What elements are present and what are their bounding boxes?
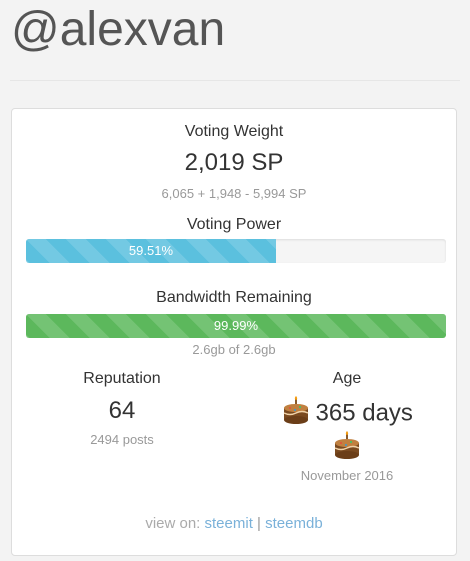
bandwidth-label: Bandwidth Remaining [156, 289, 312, 306]
age-value-row: 365 days [237, 396, 457, 431]
view-on-label: view on: [145, 515, 201, 532]
age-value: 365 days [315, 399, 413, 427]
view-on-footer: view on: steemit | steemdb [12, 515, 456, 532]
reputation-value-wrap: 64 [12, 397, 232, 425]
reputation-block: Reputation [12, 370, 232, 388]
steemit-link[interactable]: steemit [205, 515, 253, 532]
voting-power-bar-fill: 59.51% [26, 239, 276, 263]
voting-weight-label: Voting Weight [184, 123, 284, 140]
bandwidth-detail: 2.6gb of 2.6gb [192, 342, 276, 357]
link-separator: | [257, 515, 261, 532]
account-stats-panel: Voting Weight 2,019 SP 6,065 + 1,948 - 5… [11, 108, 457, 556]
age-block: Age [237, 370, 457, 388]
reputation-label: Reputation [83, 370, 161, 387]
voting-power-label: Voting Power [186, 216, 282, 233]
header-divider [10, 80, 460, 81]
reputation-value: 64 [108, 397, 136, 424]
reputation-posts: 2494 posts [90, 432, 154, 447]
steemdb-link[interactable]: steemdb [265, 515, 323, 532]
age-label: Age [332, 370, 362, 387]
age-since: November 2016 [300, 468, 394, 483]
voting-power-bar: 59.51% [26, 239, 446, 263]
age-cake-row [237, 431, 457, 466]
voting-weight-value: 2,019 SP [184, 149, 284, 176]
voting-power-percent: 59.51% [128, 243, 174, 258]
birthday-cake-icon [332, 431, 362, 466]
birthday-cake-icon [281, 396, 311, 431]
bandwidth-bar-fill: 99.99% [26, 314, 446, 338]
bandwidth-bar: 99.99% [26, 314, 446, 338]
profile-username: @alexvan [11, 3, 226, 56]
voting-weight-breakdown: 6,065 + 1,948 - 5,994 SP [161, 186, 307, 201]
bandwidth-percent: 99.99% [213, 318, 259, 333]
